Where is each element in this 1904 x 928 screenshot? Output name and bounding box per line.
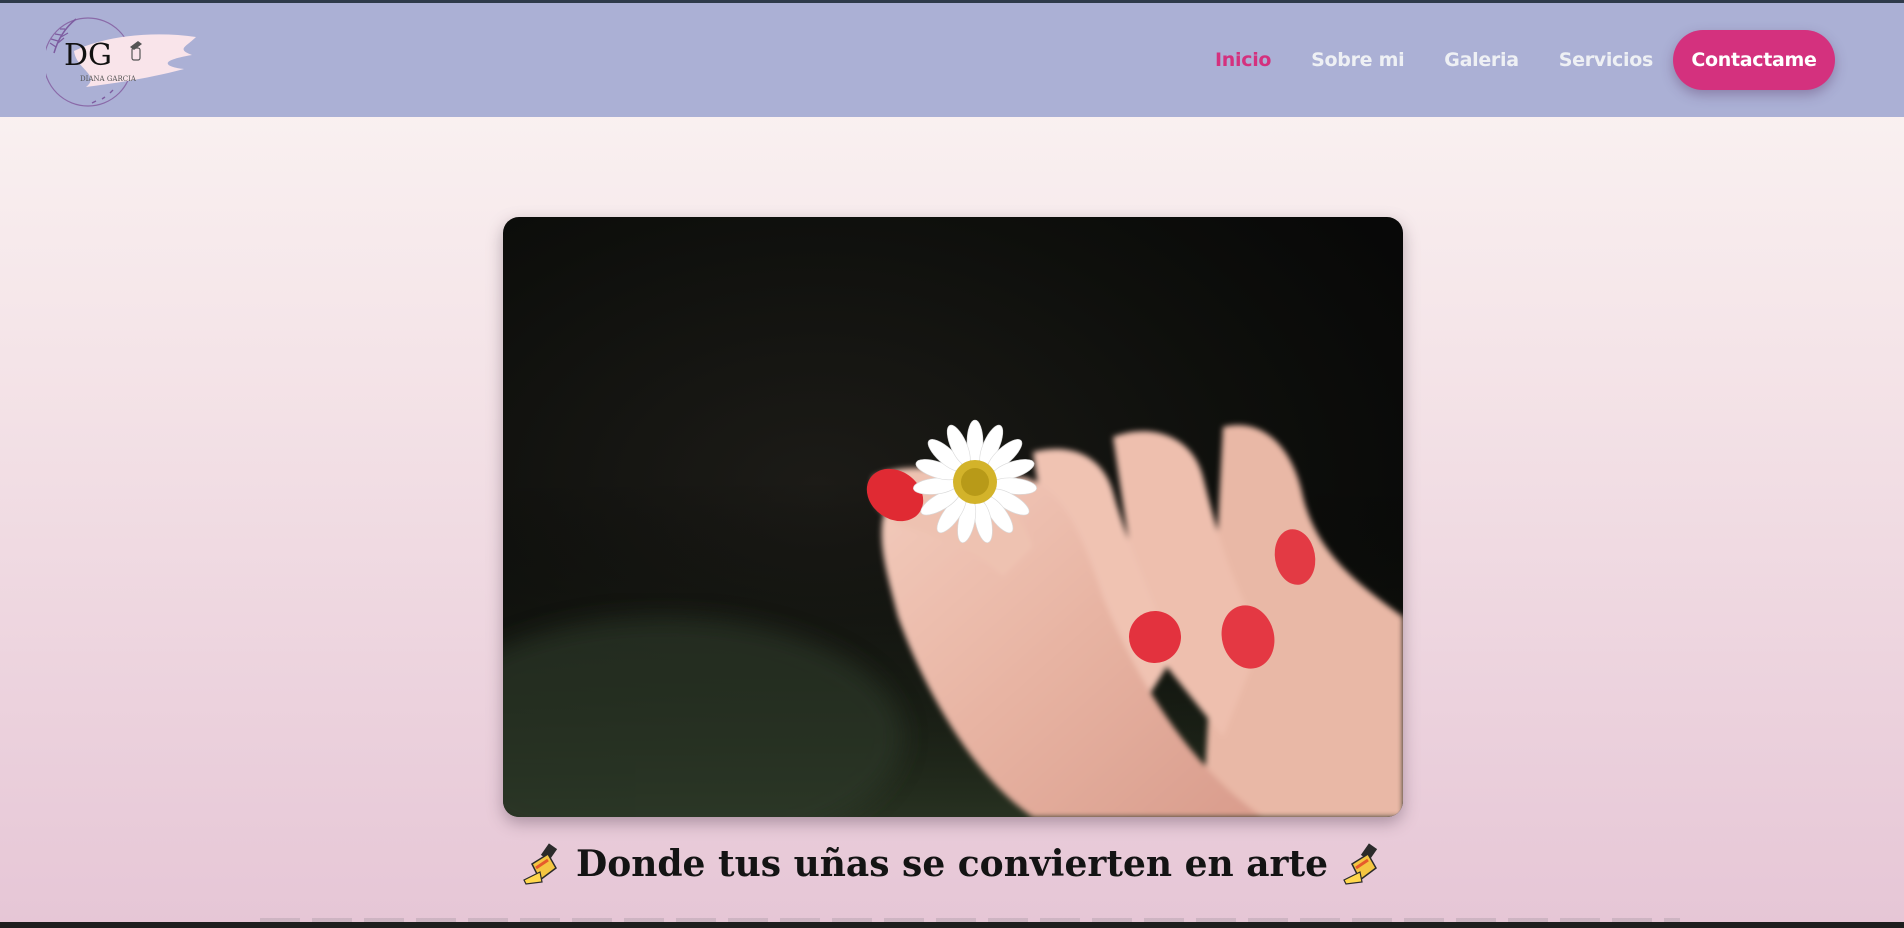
nail-polish-icon: [1340, 842, 1384, 886]
hero-image: [503, 217, 1403, 817]
hand-daisy-photo: [503, 217, 1403, 817]
main-nav: Inicio Sobre mi Galeria Servicios Contac…: [1215, 3, 1904, 117]
headline-text: Donde tus uñas se convierten en arte: [575, 843, 1329, 885]
logo-initials: DG: [64, 38, 112, 73]
logo-mark: DG DIANA GARCIA: [43, 17, 196, 107]
nav-link-inicio[interactable]: Inicio: [1215, 49, 1271, 71]
nav-link-sobre-mi[interactable]: Sobre mi: [1311, 49, 1404, 71]
nail-polish-icon: [520, 842, 564, 886]
site-header: DG DIANA GARCIA Inicio Sobre mi Galeria …: [0, 3, 1904, 117]
contact-button[interactable]: Contactame: [1673, 30, 1835, 90]
hero-headline: Donde tus uñas se convierten en arte: [0, 842, 1904, 886]
brand-logo[interactable]: DG DIANA GARCIA: [43, 13, 198, 111]
window-bottom-border: [0, 922, 1904, 928]
logo-name: DIANA GARCIA: [80, 75, 137, 83]
nav-link-servicios[interactable]: Servicios: [1559, 49, 1654, 71]
nav-link-galeria[interactable]: Galeria: [1444, 49, 1519, 71]
